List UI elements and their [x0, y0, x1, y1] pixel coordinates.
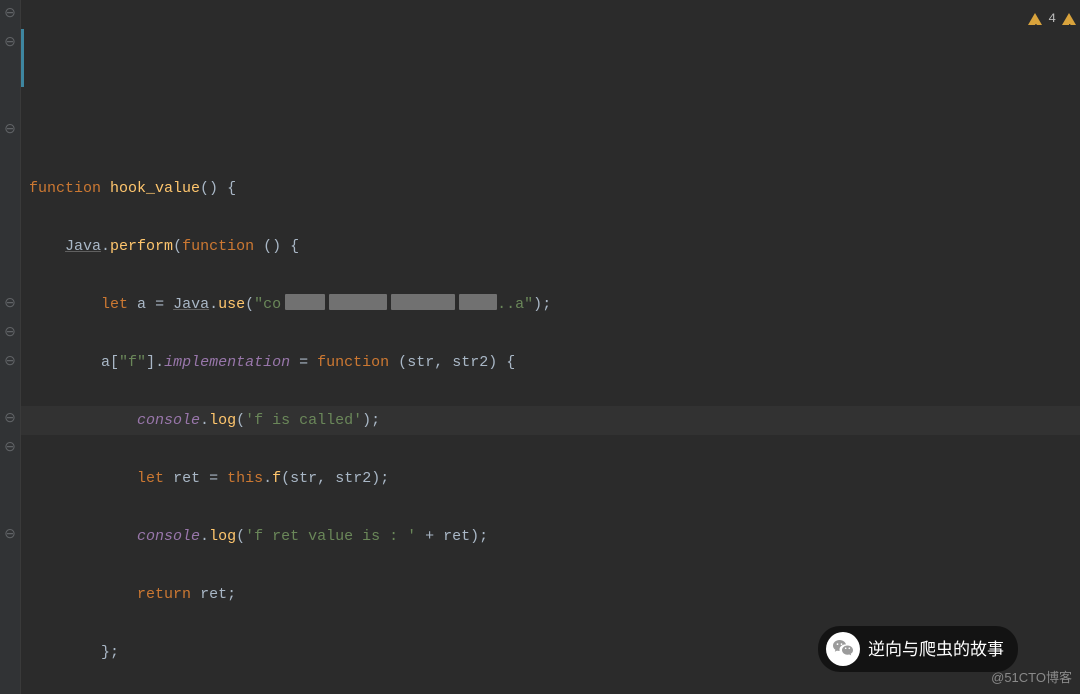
code-line[interactable]: let a = Java.use("co..a"); — [29, 290, 1080, 319]
fold-marker[interactable] — [0, 202, 20, 231]
gutter[interactable]: ⊖ ⊖ ⊖ ⊖ ⊖ ⊖ ⊖ ⊖ ⊖ — [0, 0, 21, 694]
fold-marker[interactable] — [0, 58, 20, 87]
wechat-badge: 逆向与爬虫的故事 — [818, 626, 1018, 672]
fold-marker[interactable]: ⊖ — [0, 29, 20, 58]
fold-marker[interactable] — [0, 550, 20, 579]
fold-marker[interactable] — [0, 463, 20, 492]
code-line[interactable]: a["f"].implementation = function (str, s… — [29, 348, 1080, 377]
code-line[interactable]: console.log('f is called'); — [29, 406, 1080, 435]
fold-marker[interactable]: ⊖ — [0, 289, 20, 318]
redacted-text — [329, 294, 387, 310]
watermark: @51CTO博客 — [991, 663, 1072, 692]
fold-marker[interactable] — [0, 174, 20, 203]
code-line[interactable]: let ret = this.f(str, str2); — [29, 464, 1080, 493]
fold-marker[interactable] — [0, 145, 20, 174]
wechat-title: 逆向与爬虫的故事 — [868, 635, 1004, 664]
redacted-text — [391, 294, 455, 310]
inspection-indicators[interactable]: 4 — [1028, 4, 1076, 33]
redacted-text — [285, 294, 325, 310]
fold-marker[interactable] — [0, 665, 20, 694]
warning-icon-2 — [1062, 13, 1076, 25]
code-line[interactable]: return ret; — [29, 580, 1080, 609]
wechat-icon — [826, 632, 860, 666]
change-marker — [21, 29, 24, 87]
fold-marker[interactable] — [0, 87, 20, 116]
fold-marker[interactable] — [0, 376, 20, 405]
fold-marker[interactable]: ⊖ — [0, 434, 20, 463]
fold-marker[interactable]: ⊖ — [0, 0, 20, 29]
fold-marker[interactable]: ⊖ — [0, 116, 20, 145]
fold-marker[interactable]: ⊖ — [0, 521, 20, 550]
warning-icon — [1028, 13, 1042, 25]
warning-count: 4 — [1048, 4, 1056, 33]
fold-marker[interactable] — [0, 231, 20, 260]
fold-marker[interactable]: ⊖ — [0, 347, 20, 376]
fold-marker[interactable] — [0, 260, 20, 289]
code-editor[interactable]: 4 ⊖ ⊖ ⊖ ⊖ ⊖ ⊖ ⊖ ⊖ ⊖ function hook_value(… — [0, 0, 1080, 694]
code-line[interactable]: function hook_value() { — [29, 174, 1080, 203]
fold-marker[interactable] — [0, 492, 20, 521]
fold-marker[interactable]: ⊖ — [0, 405, 20, 434]
fold-marker[interactable] — [0, 578, 20, 607]
fold-marker[interactable]: ⊖ — [0, 318, 20, 347]
redacted-text — [459, 294, 497, 310]
fold-marker[interactable] — [0, 636, 20, 665]
code-line[interactable]: console.log('f ret value is : ' + ret); — [29, 522, 1080, 551]
code-line[interactable]: Java.perform(function () { — [29, 232, 1080, 261]
fold-marker[interactable] — [0, 607, 20, 636]
code-area[interactable]: function hook_value() { Java.perform(fun… — [21, 0, 1080, 694]
